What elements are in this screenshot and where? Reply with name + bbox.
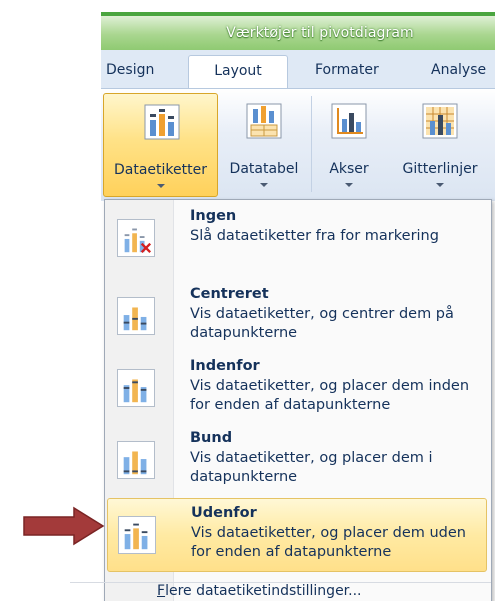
data-labels-button-label: Dataetiketter [114, 162, 207, 178]
axes-icon [331, 103, 367, 139]
menu-item-inside-end-title: Indenfor [190, 358, 260, 374]
gridlines-icon [422, 103, 458, 139]
pointer-arrow-icon [23, 506, 105, 546]
contextual-tab-header: Værktøjer til pivotdiagram [101, 16, 495, 50]
labels-none-icon [117, 219, 155, 257]
chevron-down-icon [436, 183, 444, 187]
more-options-label: lere dataetiketindstillinger... [165, 583, 362, 599]
data-table-button[interactable]: Datatabel [220, 93, 308, 197]
tab-layout[interactable]: Layout [188, 55, 288, 89]
labels-center-icon [117, 297, 155, 335]
chevron-down-icon [156, 184, 165, 188]
more-options-mnemonic: F [157, 583, 166, 599]
data-table-button-label: Datatabel [229, 161, 299, 177]
axes-button[interactable]: Akser [316, 93, 382, 197]
gridlines-button[interactable]: Gitterlinjer [392, 93, 488, 197]
data-table-icon [246, 103, 282, 139]
menu-item-none-title: Ingen [190, 208, 237, 224]
chevron-down-icon [260, 183, 268, 187]
menu-item-base[interactable]: Bund Vis dataetiketter, og placer dem i … [107, 424, 487, 498]
menu-item-center[interactable]: Centreret Vis dataetiketter, og centrer … [107, 280, 487, 354]
labels-base-icon [117, 441, 155, 479]
labels-outside-end-icon [118, 516, 156, 554]
tab-layout-label: Layout [214, 63, 262, 79]
labels-inside-end-icon [117, 369, 155, 407]
gridlines-button-label: Gitterlinjer [402, 161, 478, 177]
more-data-label-options-link[interactable]: Flere dataetiketindstillinger... [157, 583, 362, 599]
data-labels-button[interactable]: Dataetiketter [103, 93, 218, 197]
excel-ribbon-screenshot: Værktøjer til pivotdiagram Design Layout… [0, 0, 495, 601]
tab-design[interactable]: Design [106, 62, 154, 78]
data-labels-dropdown: Ingen Slå dataetiketter fra for markerin… [104, 199, 492, 601]
menu-item-outside-end-title: Udenfor [191, 505, 257, 521]
menu-item-base-description: Vis dataetiketter, og placer dem i datap… [190, 450, 433, 485]
group-separator [311, 96, 312, 192]
tab-analyse[interactable]: Analyse [431, 62, 486, 78]
menu-item-center-description: Vis dataetiketter, og centrer dem på dat… [190, 306, 454, 341]
menu-item-none[interactable]: Ingen Slå dataetiketter fra for markerin… [107, 202, 487, 276]
menu-item-base-title: Bund [190, 430, 233, 446]
menu-item-none-description: Slå dataetiketter fra for markering [190, 228, 439, 244]
contextual-tab-title: Værktøjer til pivotdiagram [226, 25, 414, 41]
menu-item-inside-end-description: Vis dataetiketter, og placer dem inden f… [190, 378, 470, 413]
data-labels-icon [144, 104, 180, 140]
axes-button-label: Akser [329, 161, 369, 177]
tab-formater[interactable]: Formater [315, 62, 379, 78]
menu-item-inside-end[interactable]: Indenfor Vis dataetiketter, og placer de… [107, 352, 487, 426]
menu-item-outside-end-description: Vis dataetiketter, og placer dem uden fo… [191, 525, 466, 560]
menu-item-center-title: Centreret [190, 286, 269, 302]
chevron-down-icon [345, 183, 353, 187]
menu-item-outside-end[interactable]: Udenfor Vis dataetiketter, og placer dem… [107, 498, 487, 572]
